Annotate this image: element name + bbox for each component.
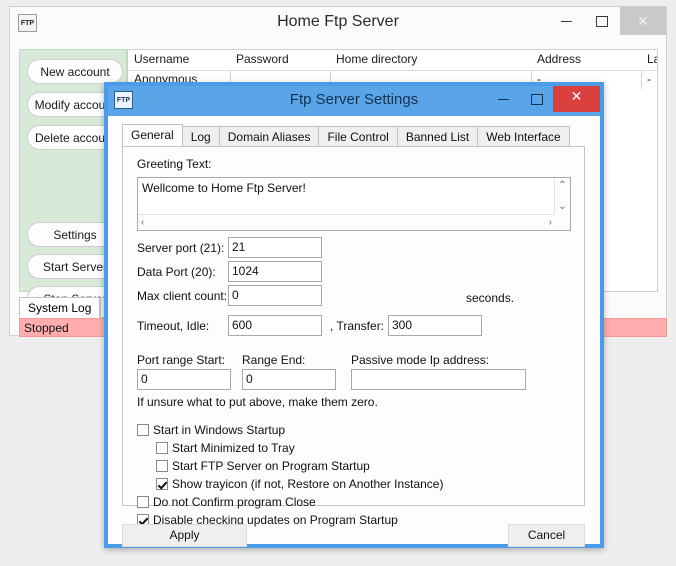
column-header-password[interactable]: Password <box>236 52 289 66</box>
data-port-label: Data Port (20): <box>137 265 216 279</box>
server-port-input[interactable]: 21 <box>228 237 322 258</box>
accounts-grid-header: Username Password Home directory Address… <box>128 50 657 71</box>
tab-log[interactable]: Log <box>181 126 220 147</box>
checkbox-start-minimized-to-tray[interactable]: Start Minimized to Tray <box>156 441 295 457</box>
grid-divider <box>641 71 642 89</box>
general-tab-panel: Greeting Text: Wellcome to Home Ftp Serv… <box>122 146 585 527</box>
max-client-count-input[interactable]: 0 <box>228 285 322 306</box>
new-account-button[interactable]: New account <box>27 59 123 84</box>
seconds-label: seconds. <box>466 291 515 305</box>
checkbox-label: Do not Confirm program Close <box>153 495 316 509</box>
tab-file-control[interactable]: File Control <box>318 126 398 147</box>
greeting-text-value: Wellcome to Home Ftp Server! <box>142 181 306 195</box>
close-icon: ✕ <box>637 13 649 29</box>
range-end-input[interactable]: 0 <box>242 369 336 390</box>
dialog-titlebar: FTP Ftp Server Settings ✕ <box>108 86 600 116</box>
main-window-titlebar: FTP Home Ftp Server ✕ <box>10 7 666 39</box>
main-maximize-button[interactable] <box>584 7 620 35</box>
chevron-right-icon[interactable]: › <box>549 218 552 228</box>
tab-banned-list[interactable]: Banned List <box>396 126 479 147</box>
minimize-icon <box>487 94 520 104</box>
checkbox-do-not-confirm-program-close[interactable]: Do not Confirm program Close <box>137 495 316 511</box>
checkbox-show-trayicon[interactable]: Show trayicon (if not, Restore on Anothe… <box>156 477 443 493</box>
port-range-start-label: Port range Start: <box>137 353 226 367</box>
port-range-start-input[interactable]: 0 <box>137 369 231 390</box>
server-port-label: Server port (21): <box>137 241 225 255</box>
dialog-close-button[interactable]: ✕ <box>553 86 600 112</box>
column-header-home-directory[interactable]: Home directory <box>336 52 417 66</box>
close-icon: ✕ <box>570 88 583 104</box>
tab-web-interface[interactable]: Web Interface <box>477 126 570 147</box>
cell-last: - <box>647 72 651 86</box>
chevron-up-icon[interactable]: ⌃ <box>555 181 570 191</box>
passive-mode-ip-label: Passive mode Ip address: <box>351 353 490 367</box>
chevron-down-icon[interactable]: ⌄ <box>555 202 570 212</box>
column-header-last[interactable]: Las <box>647 52 657 66</box>
passive-mode-ip-input[interactable] <box>351 369 526 390</box>
tab-general[interactable]: General <box>122 124 183 147</box>
checkbox-label: Show trayicon (if not, Restore on Anothe… <box>172 477 444 491</box>
main-minimize-button[interactable] <box>548 7 584 35</box>
maximize-icon <box>520 94 553 106</box>
checkbox-start-in-windows-startup[interactable]: Start in Windows Startup <box>137 423 285 439</box>
checkbox-label: Start in Windows Startup <box>153 423 286 437</box>
checkbox-label: Start Minimized to Tray <box>172 441 295 455</box>
settings-tab-strip: General Log Domain Aliases File Control … <box>122 124 586 168</box>
greeting-text-label: Greeting Text: <box>137 157 212 171</box>
main-close-button[interactable]: ✕ <box>620 7 666 35</box>
tab-domain-aliases[interactable]: Domain Aliases <box>218 126 320 147</box>
scrollbar-corner <box>555 215 570 230</box>
chevron-left-icon[interactable]: ‹ <box>141 218 144 228</box>
apply-button[interactable]: Apply <box>122 524 247 547</box>
data-port-input[interactable]: 1024 <box>228 261 322 282</box>
checkbox-box-icon[interactable] <box>137 424 149 436</box>
timeout-idle-label: Timeout, Idle: <box>137 319 210 333</box>
checkbox-start-ftp-server-on-program-startup[interactable]: Start FTP Server on Program Startup <box>156 459 370 475</box>
transfer-label: , Transfer: <box>330 319 385 333</box>
column-header-username[interactable]: Username <box>134 52 189 66</box>
checkbox-box-icon[interactable] <box>156 460 168 472</box>
checkbox-box-icon[interactable] <box>156 442 168 454</box>
greeting-vertical-scrollbar[interactable]: ⌃ ⌄ <box>554 178 570 215</box>
dialog-minimize-button[interactable] <box>487 86 520 112</box>
minimize-icon <box>548 16 584 26</box>
timeout-idle-input[interactable]: 600 <box>228 315 322 336</box>
checkbox-box-icon[interactable] <box>137 496 149 508</box>
range-end-label: Range End: <box>242 353 306 367</box>
port-range-hint: If unsure what to put above, make them z… <box>137 395 378 409</box>
tab-system-log[interactable]: System Log <box>19 297 101 318</box>
dialog-body: General Log Domain Aliases File Control … <box>108 116 600 547</box>
greeting-text-area[interactable]: Wellcome to Home Ftp Server! ⌃ ⌄ ‹ › <box>137 177 571 231</box>
cancel-button[interactable]: Cancel <box>508 524 585 547</box>
checkbox-checked-icon[interactable] <box>156 478 168 490</box>
column-header-address[interactable]: Address <box>537 52 581 66</box>
dialog-maximize-button[interactable] <box>520 86 553 112</box>
checkbox-label: Start FTP Server on Program Startup <box>172 459 370 473</box>
maximize-icon <box>584 16 620 28</box>
greeting-horizontal-scrollbar[interactable]: ‹ › <box>138 214 555 230</box>
transfer-timeout-input[interactable]: 300 <box>388 315 482 336</box>
ftp-server-settings-dialog: FTP Ftp Server Settings ✕ General Log Do… <box>104 82 604 548</box>
max-client-count-label: Max client count: <box>137 289 228 303</box>
